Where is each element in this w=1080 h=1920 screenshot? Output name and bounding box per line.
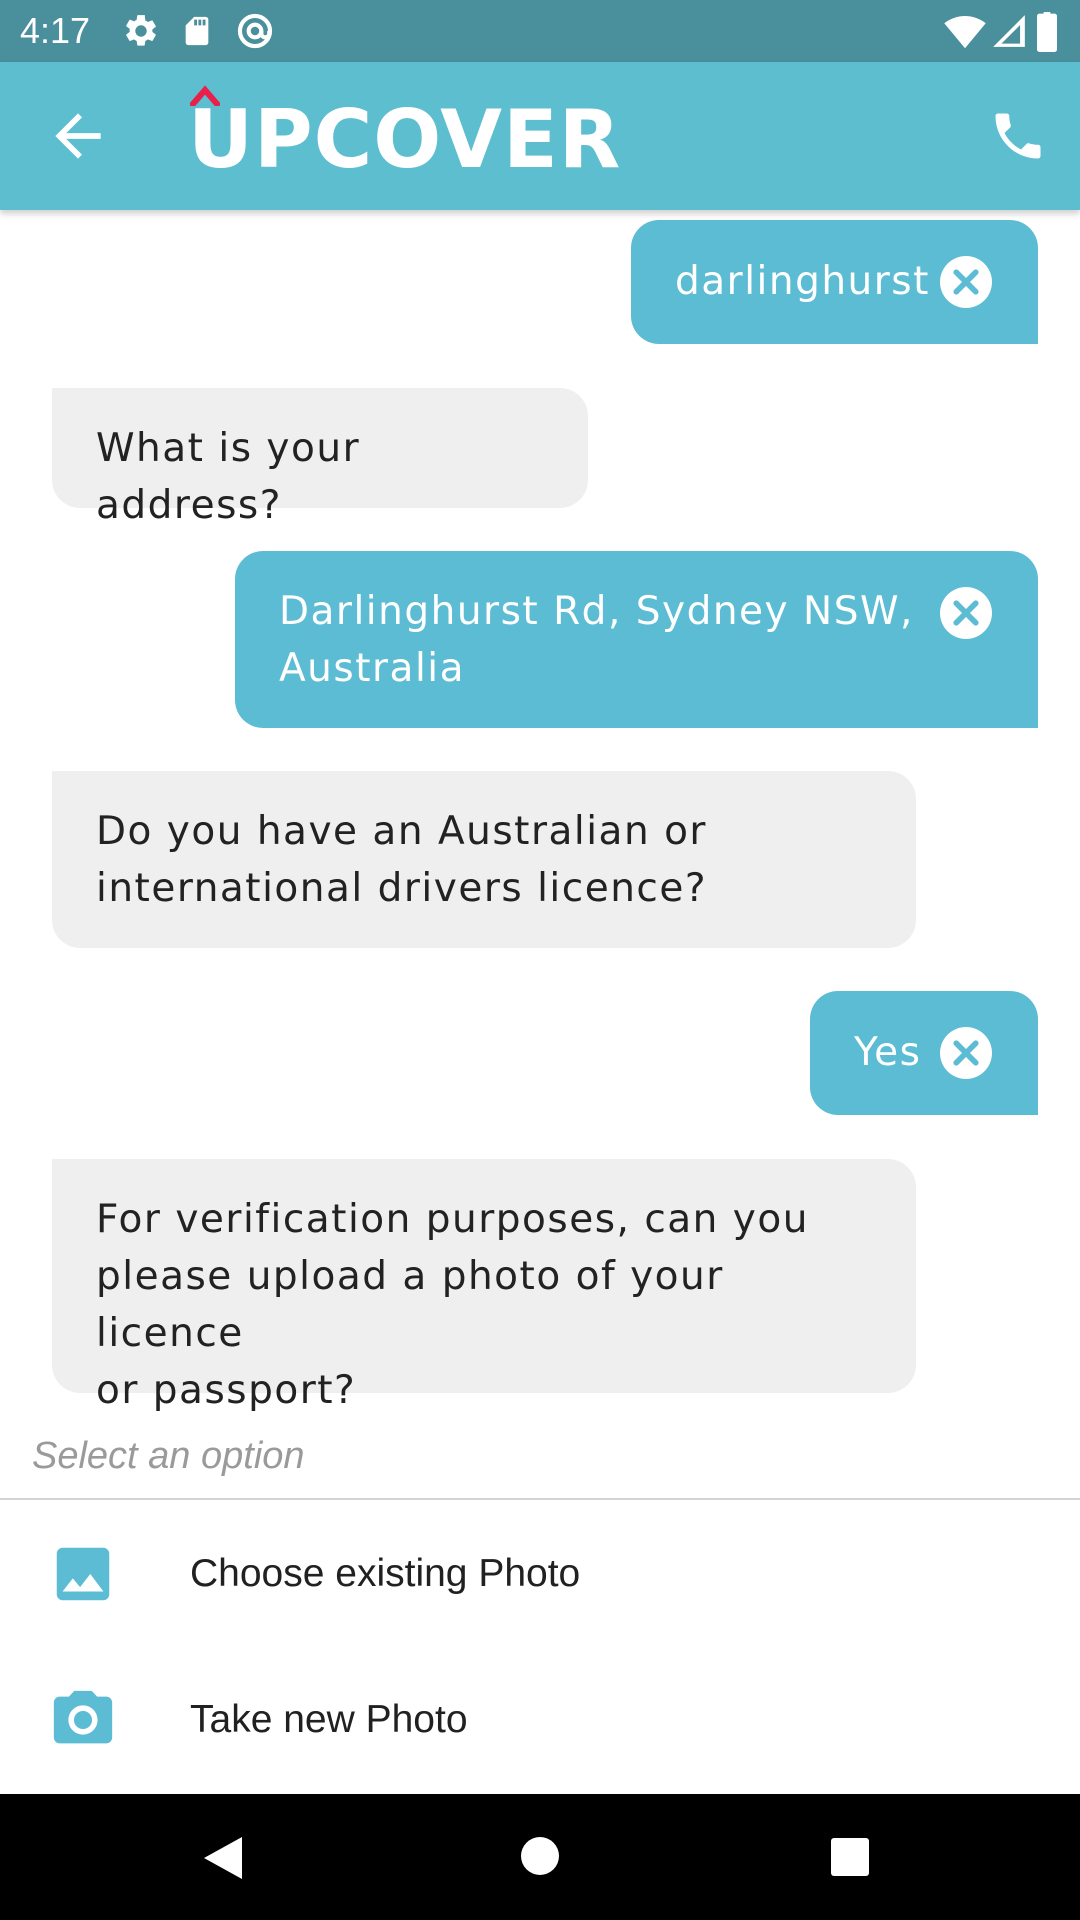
back-triangle-icon[interactable] (200, 1834, 246, 1882)
user-message-bubble: Yes (810, 991, 1038, 1115)
logo-text: UPCOVER (188, 93, 622, 186)
message-text-line: international drivers licence? (96, 866, 708, 911)
home-circle-icon[interactable] (519, 1835, 561, 1877)
phone-icon (995, 113, 1041, 159)
user-message-bubble: darlinghurst (631, 220, 1038, 344)
status-bar: 4:17 (0, 0, 1080, 62)
message-text-line: For verification purposes, can you (96, 1197, 809, 1242)
message-text: darlinghurst (675, 259, 930, 304)
message-text-line: Do you have an Australian or (96, 809, 707, 854)
remove-answer-icon[interactable] (940, 587, 992, 639)
call-button[interactable] (988, 106, 1048, 166)
message-text: What is your address? (96, 426, 361, 528)
choose-existing-photo-option[interactable]: Choose existing Photo (0, 1504, 1080, 1644)
bot-message-bubble: What is your address? (52, 388, 588, 528)
message-text-line: Australia (279, 646, 466, 691)
bot-message-bubble: For verification purposes, can you pleas… (52, 1159, 916, 1413)
option-label: Choose existing Photo (190, 1552, 581, 1595)
user-message-bubble: Darlinghurst Rd, Sydney NSW, Australia (235, 551, 1038, 728)
status-time: 4:17 (20, 10, 91, 51)
divider (0, 1498, 1080, 1500)
sd-card-icon (185, 16, 209, 46)
recents-square-icon[interactable] (830, 1837, 870, 1877)
caret-up-icon (190, 85, 220, 106)
image-icon (56, 1547, 110, 1601)
message-text-line: please upload a photo of your licence (96, 1254, 724, 1356)
system-nav-bar (0, 1794, 1080, 1920)
at-sign-icon (237, 13, 273, 49)
arrow-left-icon (55, 113, 101, 159)
battery-icon (1037, 12, 1057, 52)
bot-message-bubble: Do you have an Australian or internation… (52, 771, 916, 948)
gear-icon (126, 15, 156, 46)
back-button[interactable] (44, 102, 112, 170)
remove-answer-icon[interactable] (940, 256, 992, 308)
app-bar: UPCOVER (0, 62, 1080, 210)
message-text-line: Darlinghurst Rd, Sydney NSW, (279, 589, 914, 634)
message-text: Yes (854, 1030, 922, 1075)
select-option-hint: Select an option (32, 1435, 305, 1477)
take-new-photo-option[interactable]: Take new Photo (0, 1650, 1080, 1790)
wifi-icon (944, 15, 986, 49)
camera-icon (53, 1690, 113, 1744)
remove-answer-icon[interactable] (940, 1027, 992, 1079)
option-label: Take new Photo (190, 1698, 468, 1741)
message-text-line: or passport? (96, 1368, 357, 1413)
signal-icon (993, 15, 1025, 47)
